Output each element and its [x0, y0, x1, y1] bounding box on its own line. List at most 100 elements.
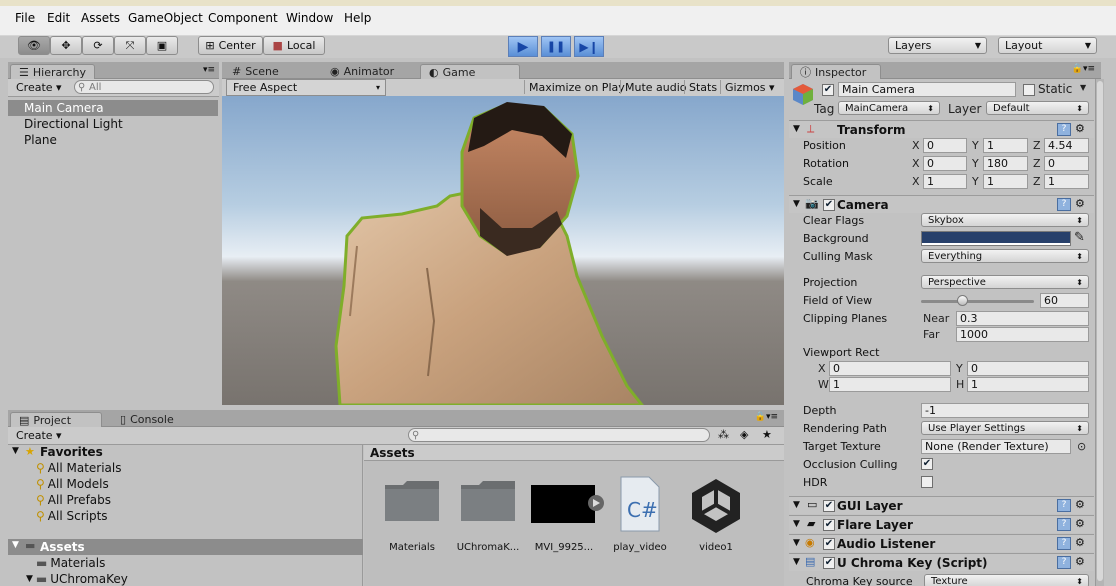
- viewport-w-field[interactable]: 1: [829, 377, 951, 392]
- gear-icon[interactable]: ⚙: [1075, 498, 1085, 511]
- favorite-item[interactable]: ⚲ All Materials: [36, 460, 122, 476]
- help-icon[interactable]: ?: [1057, 537, 1071, 550]
- maximize-on-play-toggle[interactable]: Maximize on Play: [524, 80, 629, 94]
- target-texture-field[interactable]: None (Render Texture): [921, 439, 1071, 454]
- rotation-z-field[interactable]: 0: [1044, 156, 1089, 171]
- filter-type-icon[interactable]: ⁂: [718, 428, 729, 441]
- background-color-swatch[interactable]: [921, 231, 1071, 246]
- scrollbar-thumb[interactable]: [1097, 81, 1103, 581]
- viewport-y-field[interactable]: 0: [967, 361, 1089, 376]
- near-field[interactable]: 0.3: [956, 311, 1089, 326]
- rendering-path-dropdown[interactable]: Use Player Settings ⬍: [921, 421, 1089, 435]
- asset-item-video1[interactable]: video1: [681, 475, 751, 553]
- inspector-scrollbar[interactable]: [1095, 79, 1104, 586]
- expand-arrow-icon[interactable]: ▼: [793, 199, 800, 209]
- tab-game[interactable]: ◐ Game: [420, 64, 520, 79]
- component-enabled-checkbox[interactable]: ✔: [823, 519, 835, 531]
- project-create-button[interactable]: Create ▾: [12, 428, 66, 442]
- game-view[interactable]: [222, 96, 784, 405]
- scale-tool-button[interactable]: ⤧: [114, 36, 146, 55]
- clear-flags-dropdown[interactable]: Skybox ⬍: [921, 213, 1089, 227]
- help-icon[interactable]: ?: [1057, 518, 1071, 531]
- rotation-y-field[interactable]: 180: [983, 156, 1028, 171]
- camera-enabled-checkbox[interactable]: ✔: [823, 199, 835, 211]
- object-picker-icon[interactable]: ⊙: [1077, 440, 1086, 453]
- tab-inspector[interactable]: ⓘ Inspector: [791, 64, 881, 79]
- active-checkbox[interactable]: ✔: [822, 84, 834, 96]
- chroma-key-script-header[interactable]: ▼ ▤ ✔ U Chroma Key (Script) ? ⚙: [789, 553, 1094, 571]
- panel-menu-icon[interactable]: ▾≡: [203, 65, 215, 75]
- layout-dropdown[interactable]: Layout ▼: [998, 37, 1097, 54]
- position-y-field[interactable]: 1: [983, 138, 1028, 153]
- position-z-field[interactable]: 4.54: [1044, 138, 1089, 153]
- step-button[interactable]: ▶❙: [574, 36, 604, 57]
- expand-arrow-icon[interactable]: ▼: [12, 540, 19, 550]
- aspect-dropdown[interactable]: Free Aspect ▾: [226, 79, 386, 96]
- tab-project[interactable]: ▤ Project: [10, 412, 102, 427]
- chroma-source-dropdown[interactable]: Texture ⬍: [924, 574, 1089, 586]
- static-dropdown-icon[interactable]: ▼: [1080, 83, 1086, 92]
- tag-dropdown[interactable]: MainCamera ⬍: [838, 101, 940, 115]
- position-x-field[interactable]: 0: [923, 138, 967, 153]
- component-enabled-checkbox[interactable]: ✔: [823, 500, 835, 512]
- gear-icon[interactable]: ⚙: [1075, 197, 1085, 210]
- menu-component[interactable]: Component: [208, 11, 278, 25]
- filter-label-icon[interactable]: ◈: [740, 428, 748, 441]
- help-icon[interactable]: ?: [1057, 123, 1071, 136]
- occlusion-culling-checkbox[interactable]: ✔: [921, 458, 933, 470]
- tab-animator[interactable]: ◉ Animator: [322, 64, 402, 79]
- transform-header[interactable]: ▼ ⟂ Transform ? ⚙: [789, 120, 1094, 138]
- scale-x-field[interactable]: 1: [923, 174, 967, 189]
- hdr-checkbox[interactable]: [921, 476, 933, 488]
- menu-gameobject[interactable]: GameObject: [128, 11, 203, 25]
- mute-audio-toggle[interactable]: Mute audio: [620, 80, 691, 94]
- pivot-center-button[interactable]: ⊞ Center: [198, 36, 263, 55]
- lock-icon[interactable]: 🔒▾≡: [755, 412, 778, 422]
- tab-hierarchy[interactable]: ☰ Hierarchy: [10, 64, 96, 79]
- lock-icon[interactable]: 🔒▾≡: [1072, 64, 1095, 74]
- expand-arrow-icon[interactable]: ▼: [793, 519, 800, 529]
- static-checkbox[interactable]: [1023, 84, 1035, 96]
- help-icon[interactable]: ?: [1057, 556, 1071, 569]
- asset-item-materials[interactable]: Materials: [377, 475, 447, 553]
- favorite-star-icon[interactable]: ★: [762, 428, 772, 441]
- viewport-x-field[interactable]: 0: [829, 361, 951, 376]
- menu-file[interactable]: File: [15, 11, 35, 25]
- eyedropper-icon[interactable]: ✎: [1074, 230, 1085, 245]
- culling-mask-dropdown[interactable]: Everything ⬍: [921, 249, 1089, 263]
- breadcrumb-assets[interactable]: Assets: [370, 446, 415, 460]
- hand-tool-button[interactable]: 👁: [18, 36, 50, 55]
- fov-slider-thumb[interactable]: [956, 295, 968, 306]
- hierarchy-item-main-camera[interactable]: Main Camera: [8, 100, 218, 116]
- menu-edit[interactable]: Edit: [47, 11, 70, 25]
- expand-arrow-icon[interactable]: ▼: [12, 446, 19, 456]
- gizmos-dropdown[interactable]: Gizmos ▾: [720, 80, 779, 94]
- rotation-x-field[interactable]: 0: [923, 156, 967, 171]
- favorites-label[interactable]: Favorites: [40, 445, 103, 459]
- asset-item-uchromakey[interactable]: UChromaK...: [453, 475, 523, 553]
- tab-console[interactable]: ▯ Console: [112, 412, 182, 427]
- fov-slider-track[interactable]: [921, 300, 1034, 303]
- object-name-field[interactable]: Main Camera: [838, 82, 1016, 97]
- flare-layer-header[interactable]: ▼ ▰ ✔ Flare Layer ? ⚙: [789, 515, 1094, 533]
- tree-item-materials[interactable]: ▬ Materials: [36, 555, 105, 571]
- move-tool-button[interactable]: ✥: [50, 36, 82, 55]
- expand-arrow-icon[interactable]: ▼: [793, 500, 800, 510]
- camera-header[interactable]: ▼ 📷 ✔ Camera ? ⚙: [789, 195, 1094, 213]
- project-search-input[interactable]: ⚲: [408, 428, 710, 442]
- expand-arrow-icon[interactable]: ▼: [793, 538, 800, 548]
- hierarchy-create-button[interactable]: Create ▾: [12, 80, 66, 94]
- help-icon[interactable]: ?: [1057, 499, 1071, 512]
- favorite-item[interactable]: ⚲ All Scripts: [36, 508, 108, 524]
- help-icon[interactable]: ?: [1057, 198, 1071, 211]
- scale-z-field[interactable]: 1: [1044, 174, 1089, 189]
- favorite-item[interactable]: ⚲ All Models: [36, 476, 109, 492]
- gear-icon[interactable]: ⚙: [1075, 122, 1085, 135]
- tree-item-uchromakey[interactable]: ▼ ▬ UChromaKey: [26, 571, 128, 586]
- depth-field[interactable]: -1: [921, 403, 1089, 418]
- gear-icon[interactable]: ⚙: [1075, 555, 1085, 568]
- scale-y-field[interactable]: 1: [983, 174, 1028, 189]
- menu-window[interactable]: Window: [286, 11, 333, 25]
- menu-help[interactable]: Help: [344, 11, 371, 25]
- hierarchy-item-directional-light[interactable]: Directional Light: [8, 116, 218, 132]
